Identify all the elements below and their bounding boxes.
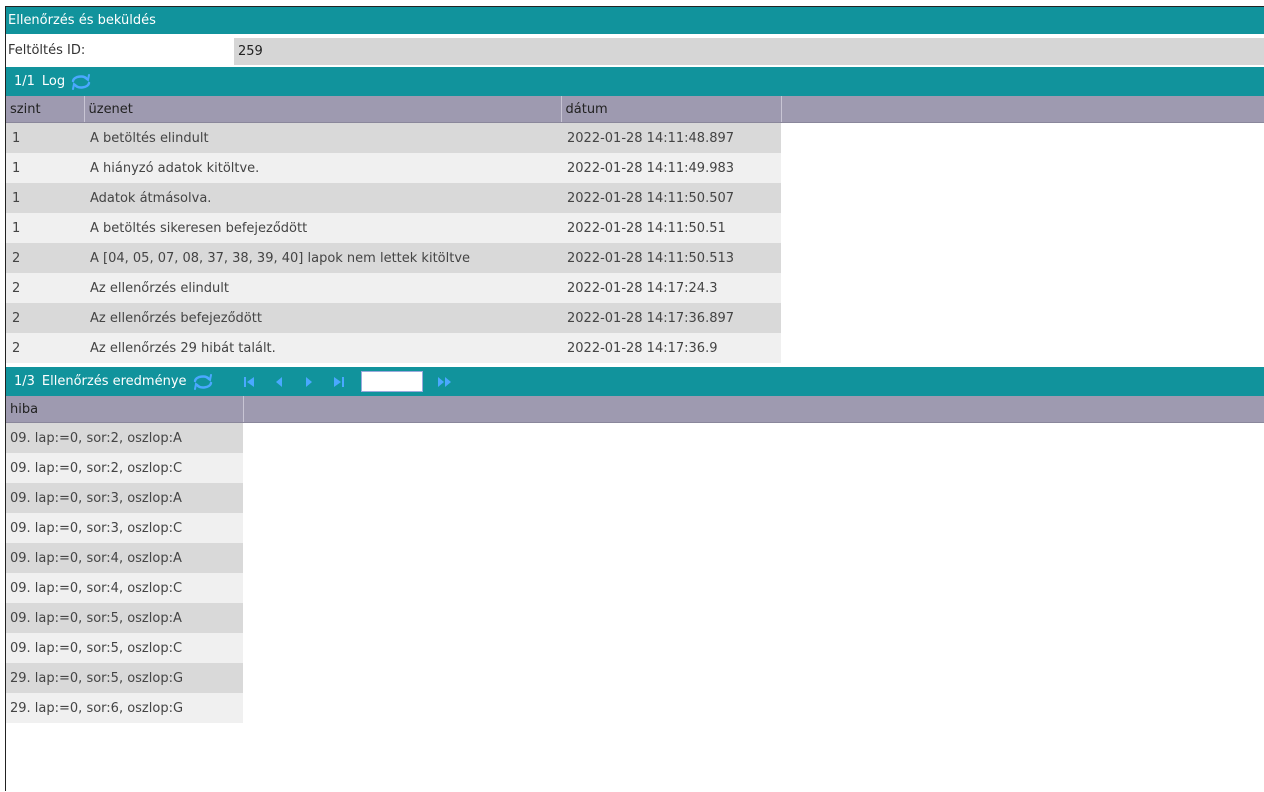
log-col-szint[interactable]: szint	[6, 96, 85, 123]
prev-page-icon[interactable]	[271, 374, 287, 390]
app-frame: Ellenőrzés és beküldés Feltöltés ID: 259…	[5, 6, 1264, 791]
log-cell-message: A betöltés sikeresen befejeződött	[84, 213, 561, 243]
result-col-filler	[243, 396, 1264, 423]
log-refresh-icon[interactable]	[69, 73, 93, 90]
log-cell-level: 2	[6, 273, 84, 303]
log-cell-date: 2022-01-28 14:17:36.897	[561, 303, 781, 333]
log-cell-message: Az ellenőrzés elindult	[84, 273, 561, 303]
log-col-datum[interactable]: dátum	[561, 96, 782, 123]
log-col-filler	[781, 96, 1264, 123]
table-row[interactable]: 09. lap:=0, sor:5, oszlop:C	[6, 633, 1264, 663]
result-col-hiba[interactable]: hiba	[6, 396, 244, 423]
log-cell-level: 1	[6, 183, 84, 213]
log-cell-message: A [04, 05, 07, 08, 37, 38, 39, 40] lapok…	[84, 243, 561, 273]
next-page-icon[interactable]	[301, 374, 317, 390]
table-row[interactable]: 29. lap:=0, sor:6, oszlop:G	[6, 693, 1264, 723]
table-row[interactable]: 09. lap:=0, sor:4, oszlop:A	[6, 543, 1264, 573]
log-table: szint üzenet dátum 1 A betöltés elindult…	[6, 96, 1264, 363]
table-row[interactable]: 29. lap:=0, sor:5, oszlop:G	[6, 663, 1264, 693]
table-row[interactable]: 2 Az ellenőrzés 29 hibát talált. 2022-01…	[6, 333, 1264, 363]
result-cell-error: 09. lap:=0, sor:3, oszlop:C	[6, 513, 243, 543]
result-cell-error: 09. lap:=0, sor:4, oszlop:C	[6, 573, 243, 603]
go-icon[interactable]	[437, 374, 453, 390]
result-cell-error: 09. lap:=0, sor:5, oszlop:A	[6, 603, 243, 633]
log-cell-level: 1	[6, 122, 84, 153]
log-title: Log	[41, 74, 66, 89]
log-cell-level: 1	[6, 153, 84, 183]
result-cell-error: 09. lap:=0, sor:4, oszlop:A	[6, 543, 243, 573]
upload-id-field[interactable]: 259	[234, 38, 1264, 65]
log-cell-date: 2022-01-28 14:17:24.3	[561, 273, 781, 303]
result-table: hiba 09. lap:=0, sor:2, oszlop:A 09. lap…	[6, 396, 1264, 723]
log-cell-level: 2	[6, 243, 84, 273]
result-pager: 1/3	[14, 374, 35, 389]
page-number-input[interactable]	[360, 371, 423, 392]
log-cell-date: 2022-01-28 14:11:48.897	[561, 122, 781, 153]
upload-id-row: Feltöltés ID: 259	[6, 34, 1264, 67]
result-header: 1/3 Ellenőrzés eredménye	[6, 367, 1264, 396]
table-row[interactable]: 09. lap:=0, sor:2, oszlop:C	[6, 453, 1264, 483]
result-cell-error: 29. lap:=0, sor:6, oszlop:G	[6, 693, 243, 723]
result-cell-error: 09. lap:=0, sor:3, oszlop:A	[6, 483, 243, 513]
table-row[interactable]: 1 A hiányzó adatok kitöltve. 2022-01-28 …	[6, 153, 1264, 183]
window-title: Ellenőrzés és beküldés	[6, 7, 1264, 34]
last-page-icon[interactable]	[331, 374, 347, 390]
log-header: 1/1 Log	[6, 67, 1264, 96]
table-row[interactable]: 09. lap:=0, sor:3, oszlop:C	[6, 513, 1264, 543]
table-row[interactable]: 1 A betöltés sikeresen befejeződött 2022…	[6, 213, 1264, 243]
result-refresh-icon[interactable]	[191, 373, 215, 390]
log-cell-date: 2022-01-28 14:11:49.983	[561, 153, 781, 183]
upload-id-label: Feltöltés ID:	[8, 43, 86, 58]
log-cell-level: 2	[6, 303, 84, 333]
result-cell-error: 09. lap:=0, sor:2, oszlop:C	[6, 453, 243, 483]
log-cell-date: 2022-01-28 14:17:36.9	[561, 333, 781, 363]
log-cell-message: Az ellenőrzés 29 hibát talált.	[84, 333, 561, 363]
log-pager: 1/1	[14, 74, 35, 89]
table-row[interactable]: 2 Az ellenőrzés befejeződött 2022-01-28 …	[6, 303, 1264, 333]
log-col-uzenet[interactable]: üzenet	[84, 96, 562, 123]
table-row[interactable]: 2 Az ellenőrzés elindult 2022-01-28 14:1…	[6, 273, 1264, 303]
log-cell-message: A hiányzó adatok kitöltve.	[84, 153, 561, 183]
result-cell-error: 09. lap:=0, sor:5, oszlop:C	[6, 633, 243, 663]
log-cell-message: A betöltés elindult	[84, 122, 561, 153]
result-cell-error: 09. lap:=0, sor:2, oszlop:A	[6, 422, 243, 453]
table-row[interactable]: 1 A betöltés elindult 2022-01-28 14:11:4…	[6, 122, 1264, 153]
result-cell-error: 29. lap:=0, sor:5, oszlop:G	[6, 663, 243, 693]
table-row[interactable]: 09. lap:=0, sor:2, oszlop:A	[6, 422, 1264, 453]
log-cell-date: 2022-01-28 14:11:50.51	[561, 213, 781, 243]
log-cell-message: Az ellenőrzés befejeződött	[84, 303, 561, 333]
table-row[interactable]: 09. lap:=0, sor:5, oszlop:A	[6, 603, 1264, 633]
result-title: Ellenőrzés eredménye	[41, 374, 187, 389]
table-row[interactable]: 1 Adatok átmásolva. 2022-01-28 14:11:50.…	[6, 183, 1264, 213]
table-row[interactable]: 2 A [04, 05, 07, 08, 37, 38, 39, 40] lap…	[6, 243, 1264, 273]
first-page-icon[interactable]	[241, 374, 257, 390]
log-cell-level: 2	[6, 333, 84, 363]
log-cell-date: 2022-01-28 14:11:50.507	[561, 183, 781, 213]
log-table-header: szint üzenet dátum	[6, 96, 1264, 123]
log-cell-date: 2022-01-28 14:11:50.513	[561, 243, 781, 273]
table-row[interactable]: 09. lap:=0, sor:4, oszlop:C	[6, 573, 1264, 603]
result-table-header: hiba	[6, 396, 1264, 423]
table-row[interactable]: 09. lap:=0, sor:3, oszlop:A	[6, 483, 1264, 513]
log-cell-level: 1	[6, 213, 84, 243]
log-cell-message: Adatok átmásolva.	[84, 183, 561, 213]
